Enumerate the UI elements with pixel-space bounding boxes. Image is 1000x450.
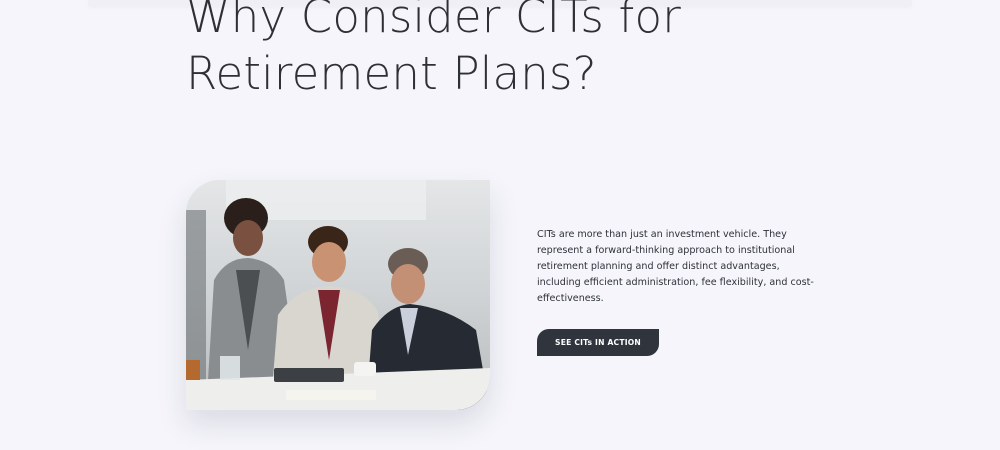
see-cits-in-action-button[interactable]: SEE CITs IN ACTION — [537, 329, 659, 356]
section-body-text: CITs are more than just an investment ve… — [537, 229, 814, 304]
photo-illustration — [186, 180, 490, 410]
team-meeting-photo — [186, 180, 490, 410]
section-headline: Why Consider CITs for Retirement Plans? — [186, 0, 681, 100]
